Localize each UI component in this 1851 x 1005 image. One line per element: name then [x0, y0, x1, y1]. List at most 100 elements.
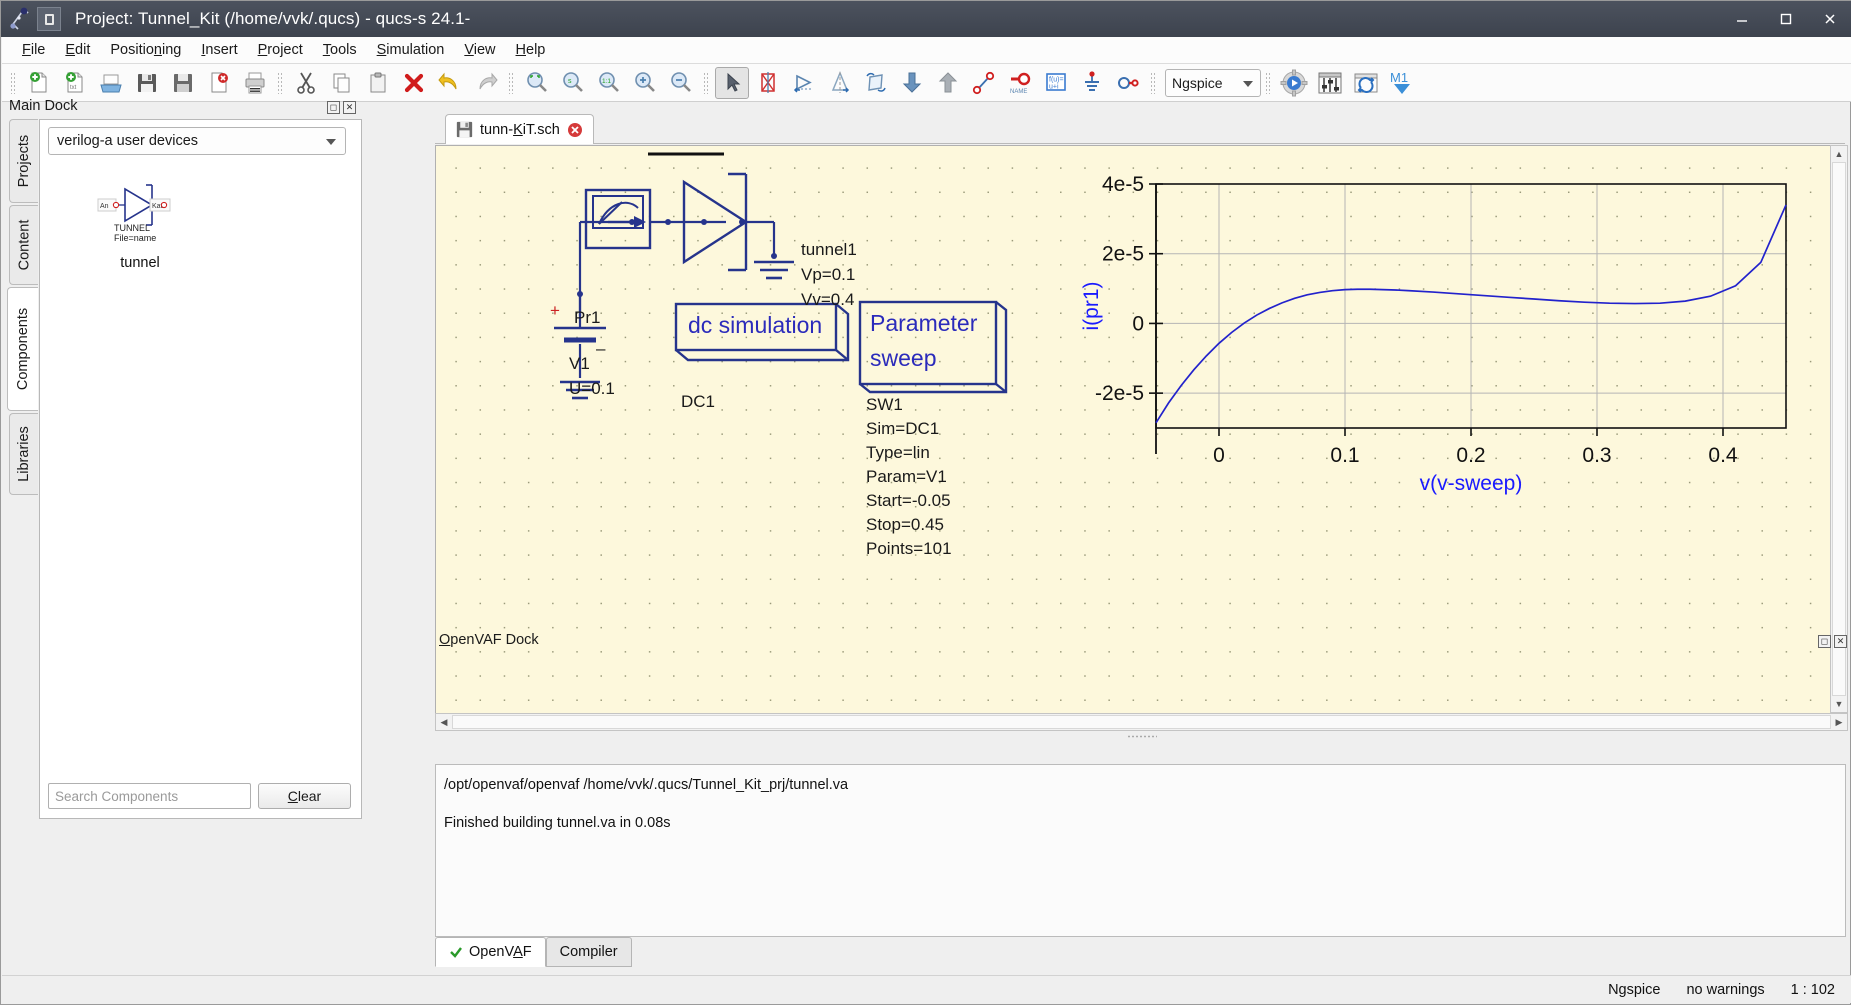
schematic-vscrollbar[interactable]: ▲ ▼: [1830, 145, 1848, 713]
redo-icon[interactable]: [469, 67, 503, 99]
close-dock-icon[interactable]: ✕: [343, 101, 356, 114]
dock-splitter[interactable]: [435, 732, 1848, 741]
scroll-left-icon[interactable]: ◀: [436, 714, 452, 730]
schematic-hscrollbar[interactable]: ◀ ▶: [435, 713, 1848, 731]
sidebar-tab-projects[interactable]: Projects: [9, 119, 38, 203]
menu-project[interactable]: Project: [248, 39, 313, 61]
dc-simulation-name[interactable]: DC1: [681, 392, 715, 412]
close-document-icon[interactable]: [202, 67, 236, 99]
simulator-select[interactable]: Ngspice: [1165, 68, 1261, 97]
open-folder-icon[interactable]: [94, 67, 128, 99]
sweep-prop-name[interactable]: SW1: [866, 395, 903, 415]
tab-compiler[interactable]: Compiler: [545, 937, 632, 967]
scroll-track[interactable]: [452, 715, 1831, 729]
print-icon[interactable]: [238, 67, 272, 99]
rotate-icon[interactable]: [787, 67, 821, 99]
ground-icon[interactable]: [1075, 67, 1109, 99]
close-button[interactable]: [1808, 1, 1851, 37]
move-up-icon[interactable]: [931, 67, 965, 99]
dc-simulation-title[interactable]: dc simulation: [688, 312, 822, 339]
save-as-icon[interactable]: [166, 67, 200, 99]
new-text-document-icon[interactable]: txt: [58, 67, 92, 99]
simulate-icon[interactable]: [1277, 67, 1311, 99]
paste-icon[interactable]: [361, 67, 395, 99]
menu-insert[interactable]: Insert: [191, 39, 247, 61]
zoom-area-icon[interactable]: [520, 67, 554, 99]
copy-icon[interactable]: [325, 67, 359, 99]
save-icon[interactable]: [130, 67, 164, 99]
toolbar-grip-6[interactable]: [1265, 71, 1272, 94]
sidebar-tab-content[interactable]: Content: [9, 205, 38, 285]
scroll-right-icon[interactable]: ▶: [1831, 714, 1847, 730]
source-value-label[interactable]: U=0.1: [569, 379, 615, 399]
delete-wire-icon[interactable]: [751, 67, 785, 99]
menu-help[interactable]: Help: [506, 39, 556, 61]
menu-simulation[interactable]: Simulation: [367, 39, 455, 61]
sweep-prop-stop[interactable]: Stop=0.45: [866, 515, 944, 535]
component-item-tunnel[interactable]: An Kat TUNNEL File=name tunnel: [80, 175, 200, 271]
toolbar-grip-4[interactable]: [703, 71, 710, 94]
window-menu-icon[interactable]: [37, 7, 61, 31]
y-axis-label[interactable]: i(pr1): [1080, 281, 1103, 330]
select-arrow-icon[interactable]: [715, 66, 749, 99]
maximize-button[interactable]: [1764, 1, 1808, 37]
probe-label[interactable]: Pr1: [574, 308, 600, 328]
toolbar-grip-3[interactable]: [508, 71, 515, 94]
undock-icon[interactable]: ◻: [327, 101, 340, 114]
move-down-icon[interactable]: [895, 67, 929, 99]
source-name-label[interactable]: V1: [569, 354, 590, 374]
port-icon[interactable]: [1111, 67, 1145, 99]
x-axis-label[interactable]: v(v-sweep): [1420, 472, 1523, 495]
close-dock-icon-openvaf[interactable]: ✕: [1834, 635, 1847, 648]
device-param-vv[interactable]: Vv=0.4: [801, 290, 854, 310]
tab-openvaf[interactable]: OpenVAF: [435, 937, 546, 967]
sweep-prop-points[interactable]: Points=101: [866, 539, 952, 559]
minimize-button[interactable]: [1720, 1, 1764, 37]
sidebar-tab-components[interactable]: Components: [7, 287, 38, 411]
sweep-prop-param[interactable]: Param=V1: [866, 467, 947, 487]
refresh-icon[interactable]: [1349, 67, 1383, 99]
settings-sliders-icon[interactable]: [1313, 67, 1347, 99]
wire-label-icon[interactable]: NAME: [1003, 67, 1037, 99]
sweep-title-line2[interactable]: sweep: [870, 345, 936, 372]
scroll-up-icon[interactable]: ▲: [1831, 146, 1847, 162]
zoom-fit-icon[interactable]: s: [556, 67, 590, 99]
openvaf-log[interactable]: /opt/openvaf/openvaf /home/vvk/.qucs/Tun…: [435, 764, 1846, 937]
scroll-track-v[interactable]: [1832, 162, 1846, 696]
sweep-title-line1[interactable]: Parameter: [870, 310, 977, 337]
menu-tools[interactable]: Tools: [313, 39, 367, 61]
device-param-vp[interactable]: Vp=0.1: [801, 265, 855, 285]
schematic-canvas[interactable]: + – Pr1 V1 U=0.1 tunnel1 Vp=0.1 Vv=0.4 d…: [435, 145, 1848, 725]
sweep-prop-start[interactable]: Start=-0.05: [866, 491, 951, 511]
document-tab-tunn-kit[interactable]: tunn-KiT.sch: [445, 114, 594, 144]
toolbar-grip[interactable]: [10, 71, 17, 94]
search-input[interactable]: Search Components: [48, 783, 251, 809]
mirror-x-icon[interactable]: [823, 67, 857, 99]
wire-icon[interactable]: [967, 67, 1001, 99]
undo-icon[interactable]: [433, 67, 467, 99]
new-document-icon[interactable]: [22, 67, 56, 99]
menu-edit[interactable]: Edit: [55, 39, 100, 61]
cut-icon[interactable]: [289, 67, 323, 99]
zoom-out-icon[interactable]: [664, 67, 698, 99]
undock-icon-openvaf[interactable]: ◻: [1818, 635, 1831, 648]
equation-icon[interactable]: f(u)= u+i: [1039, 67, 1073, 99]
delete-icon[interactable]: [397, 67, 431, 99]
sidebar-tab-libraries[interactable]: Libraries: [9, 413, 38, 495]
toolbar-grip-5[interactable]: [1150, 71, 1157, 94]
toolbar-grip-2[interactable]: [277, 71, 284, 94]
menu-positioning[interactable]: Positioning: [100, 39, 191, 61]
component-category-select[interactable]: verilog-a user devices: [48, 127, 346, 155]
clear-button[interactable]: Clear: [258, 783, 351, 809]
marker-m1-icon[interactable]: M1: [1385, 67, 1419, 99]
mirror-y-icon[interactable]: [859, 67, 893, 99]
device-name-label[interactable]: tunnel1: [801, 240, 857, 260]
sweep-prop-type[interactable]: Type=lin: [866, 443, 930, 463]
close-tab-icon[interactable]: [567, 122, 583, 138]
scroll-down-icon[interactable]: ▼: [1831, 696, 1847, 712]
zoom-one-to-one-icon[interactable]: 1:1: [592, 67, 626, 99]
menu-file[interactable]: File: [12, 39, 55, 61]
zoom-in-icon[interactable]: [628, 67, 662, 99]
menu-view[interactable]: View: [454, 39, 505, 61]
simulation-plot[interactable]: 4e-5 2e-5 0 -2e-5 0 0.1 0.2 0.3 0.4 v(v-sweep) i(p…: [1046, 166, 1836, 666]
